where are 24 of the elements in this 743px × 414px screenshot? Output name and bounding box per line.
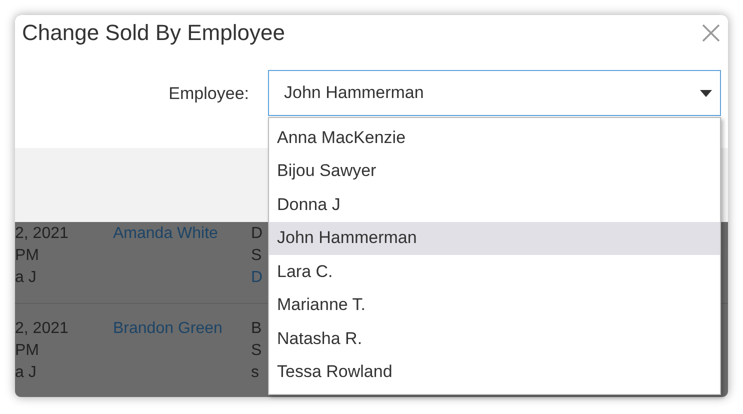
dropdown-option[interactable]: Tessa Rowland xyxy=(269,356,720,389)
table-text: a J xyxy=(15,268,38,288)
table-text: S xyxy=(251,341,262,361)
dropdown-option[interactable]: Anna MacKenzie xyxy=(269,121,720,154)
dropdown-option[interactable]: Bijou Sawyer xyxy=(269,154,720,188)
table-text: B xyxy=(251,319,262,339)
dropdown-option[interactable]: Marianne T. xyxy=(269,288,720,322)
table-text: a J xyxy=(15,363,38,383)
dropdown-option[interactable]: Lara C. xyxy=(269,255,720,288)
table-text: 2, 2021 xyxy=(15,319,70,339)
table-text: s xyxy=(251,363,259,383)
dropdown-option[interactable]: Donna J xyxy=(269,188,720,222)
field-label: Employee: xyxy=(168,83,249,104)
employee-select[interactable]: John Hammerman xyxy=(268,70,721,116)
dropdown-option[interactable]: John Hammerman xyxy=(269,222,720,255)
dialog-title: Change Sold By Employee xyxy=(22,20,285,46)
close-icon[interactable] xyxy=(700,22,722,44)
table-text: S xyxy=(251,246,262,266)
table-text: D xyxy=(251,224,263,244)
caret-icon xyxy=(700,90,712,96)
table-text: PM xyxy=(15,341,40,361)
table-text: 2, 2021 xyxy=(15,224,70,244)
dropdown-option[interactable]: Natasha R. xyxy=(269,322,720,356)
table-text: PM xyxy=(15,246,40,266)
